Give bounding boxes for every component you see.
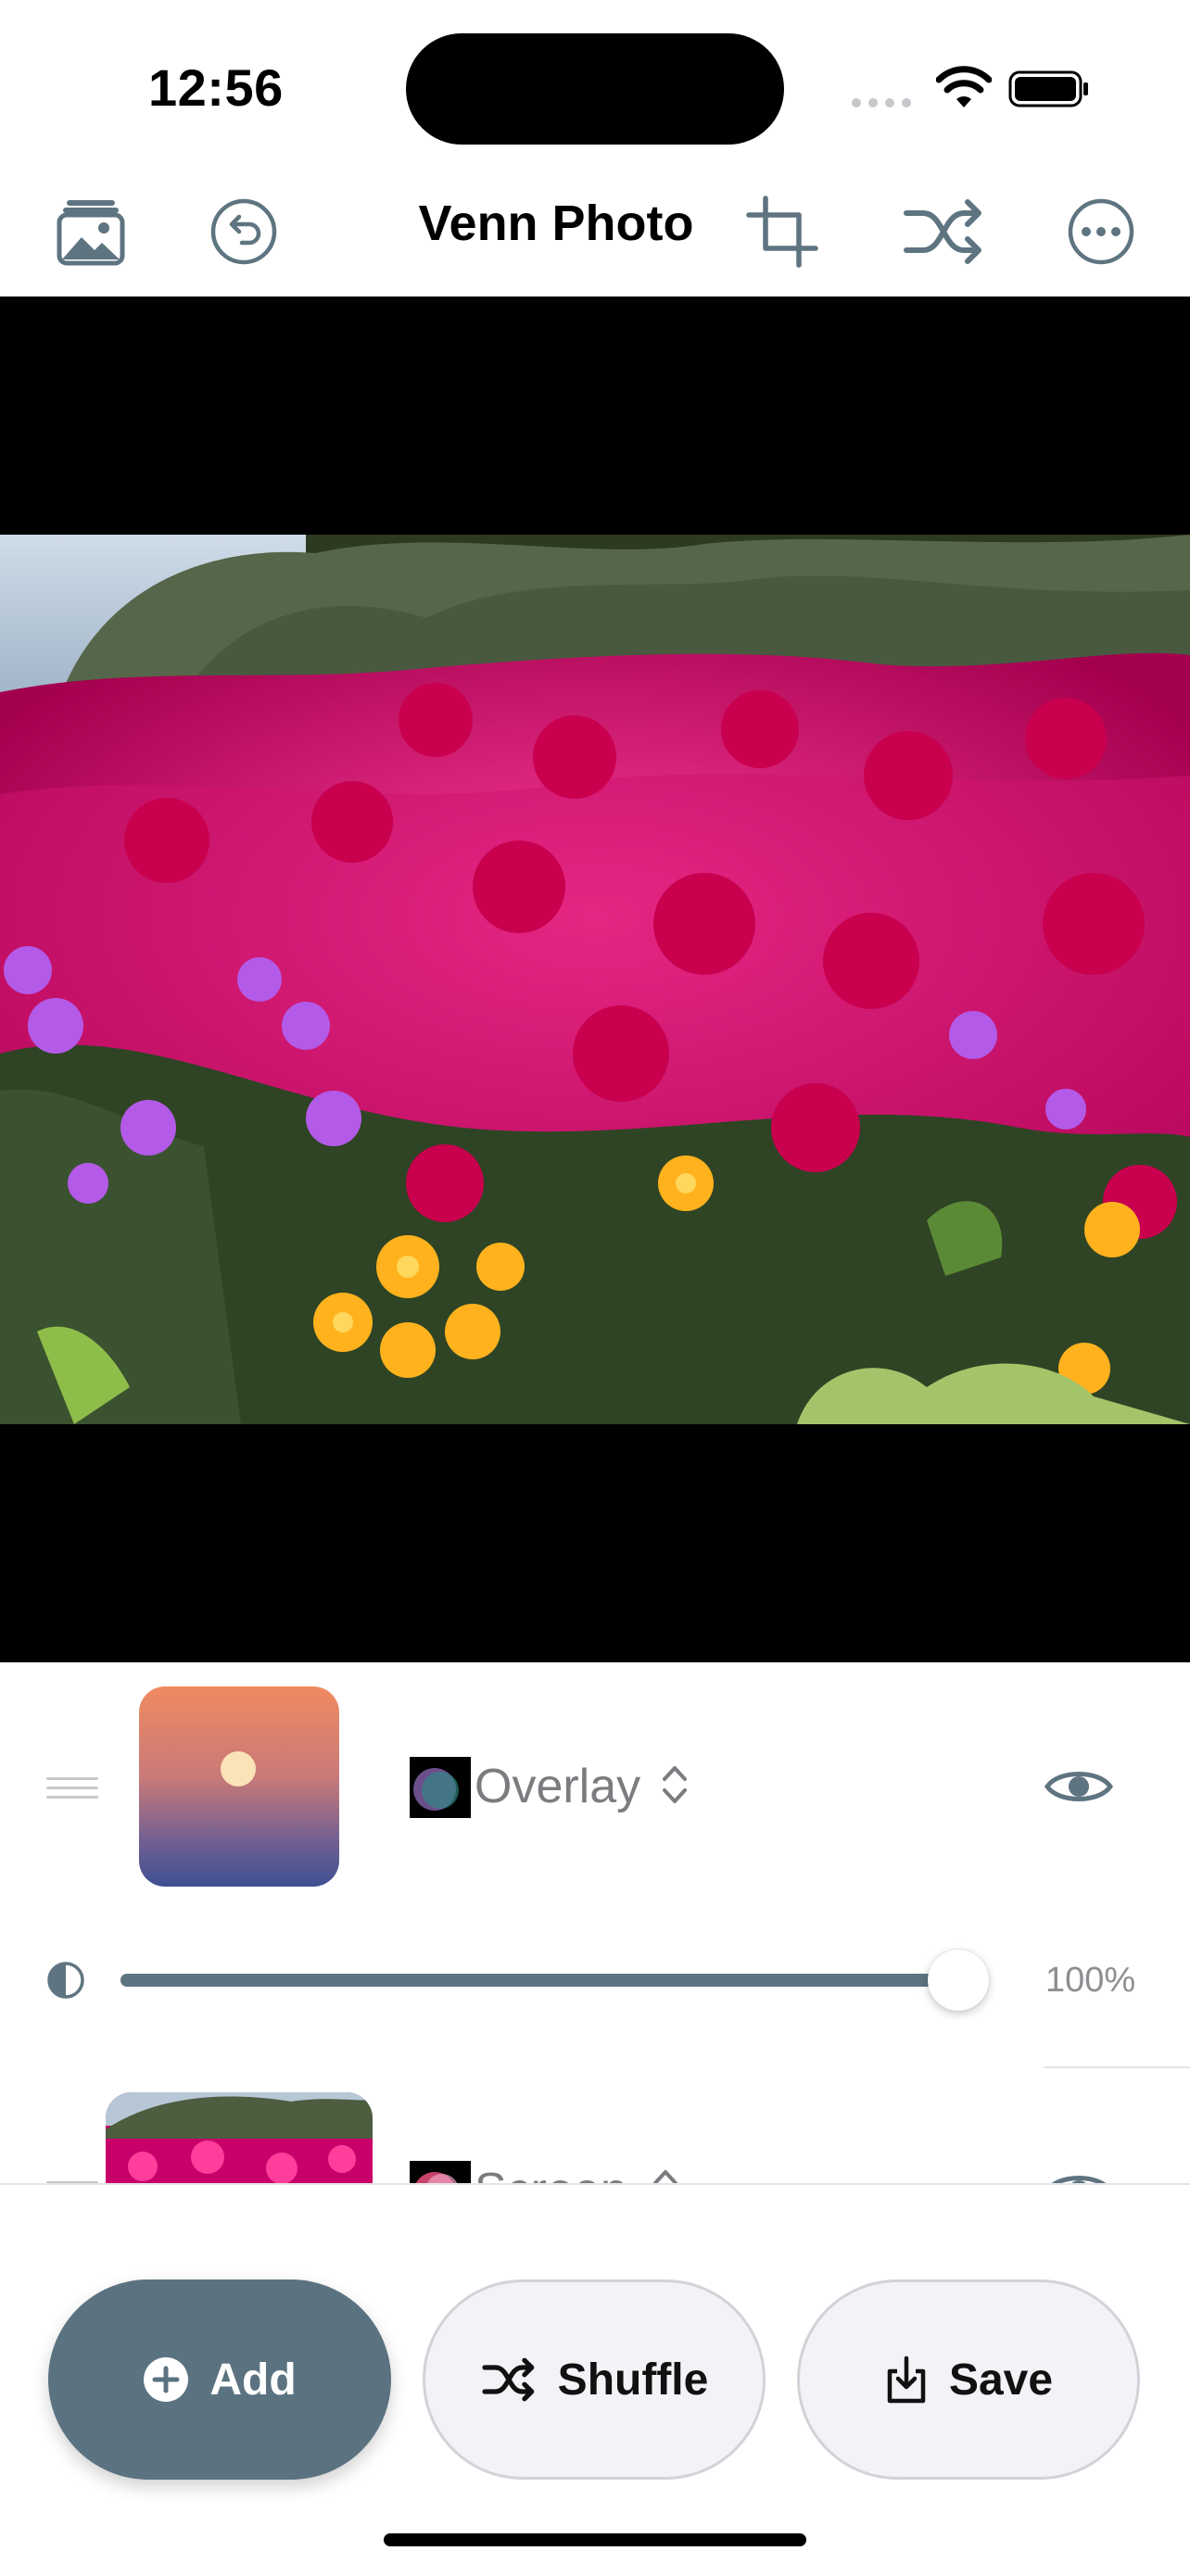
row-divider <box>1044 2066 1190 2068</box>
layer-thumbnail-sunset[interactable] <box>139 1686 339 1887</box>
blend-mode-swatch[interactable] <box>410 1757 471 1818</box>
photo-library-button[interactable] <box>46 187 135 276</box>
save-button-label: Save <box>948 2355 1054 2405</box>
chevron-up-down-icon[interactable] <box>649 2161 682 2183</box>
opacity-value: 100% <box>1045 1961 1136 2000</box>
save-button[interactable]: Save <box>797 2279 1140 2480</box>
home-indicator <box>384 2533 806 2546</box>
save-download-icon <box>887 2355 926 2404</box>
shuffle-button[interactable]: Shuffle <box>423 2279 766 2480</box>
more-options-button[interactable] <box>1057 187 1146 276</box>
wifi-icon <box>936 66 992 107</box>
opacity-slider-fill <box>120 1974 958 1987</box>
more-options-icon <box>1068 198 1134 265</box>
visibility-eye-icon[interactable] <box>1044 2168 1114 2183</box>
status-time: 12:56 <box>148 58 284 117</box>
dynamic-island <box>406 33 784 145</box>
cellular-signal-icon <box>852 98 911 107</box>
undo-icon <box>210 198 277 265</box>
blend-mode-swatch[interactable] <box>410 2161 471 2183</box>
chevron-up-down-icon[interactable] <box>658 1757 691 1812</box>
shuffle-button-label: Shuffle <box>557 2355 709 2405</box>
opacity-slider-thumb[interactable] <box>928 1950 989 2011</box>
drag-handle-icon[interactable] <box>46 1777 98 1799</box>
blend-mode-icon <box>415 2172 458 2183</box>
add-button-label: Add <box>209 2355 297 2405</box>
bottom-toolbar: Add Shuffle Save <box>0 2183 1190 2576</box>
visibility-eye-icon[interactable] <box>1044 1764 1114 1809</box>
composited-photo[interactable] <box>0 535 1190 1424</box>
blend-mode-icon <box>413 1768 459 1811</box>
plus-circle-icon <box>144 2357 189 2402</box>
shuffle-icon <box>904 199 981 264</box>
add-button[interactable]: Add <box>48 2279 391 2480</box>
opacity-icon <box>47 1962 84 1999</box>
battery-icon <box>1008 70 1088 107</box>
blend-mode-selector[interactable]: Overlay <box>475 1759 640 1814</box>
shuffle-icon <box>482 2357 534 2402</box>
sun-icon <box>221 1751 256 1787</box>
shuffle-nav-button[interactable] <box>899 187 988 276</box>
layer-thumbnail-flowers[interactable] <box>106 2092 373 2183</box>
app-title: Venn Photo <box>418 196 694 251</box>
photo-library-icon <box>57 200 125 266</box>
layers-panel: Overlay 100% Screen <box>0 1662 1190 2183</box>
undo-button[interactable] <box>199 187 288 276</box>
blend-mode-selector[interactable]: Screen <box>475 2163 627 2183</box>
